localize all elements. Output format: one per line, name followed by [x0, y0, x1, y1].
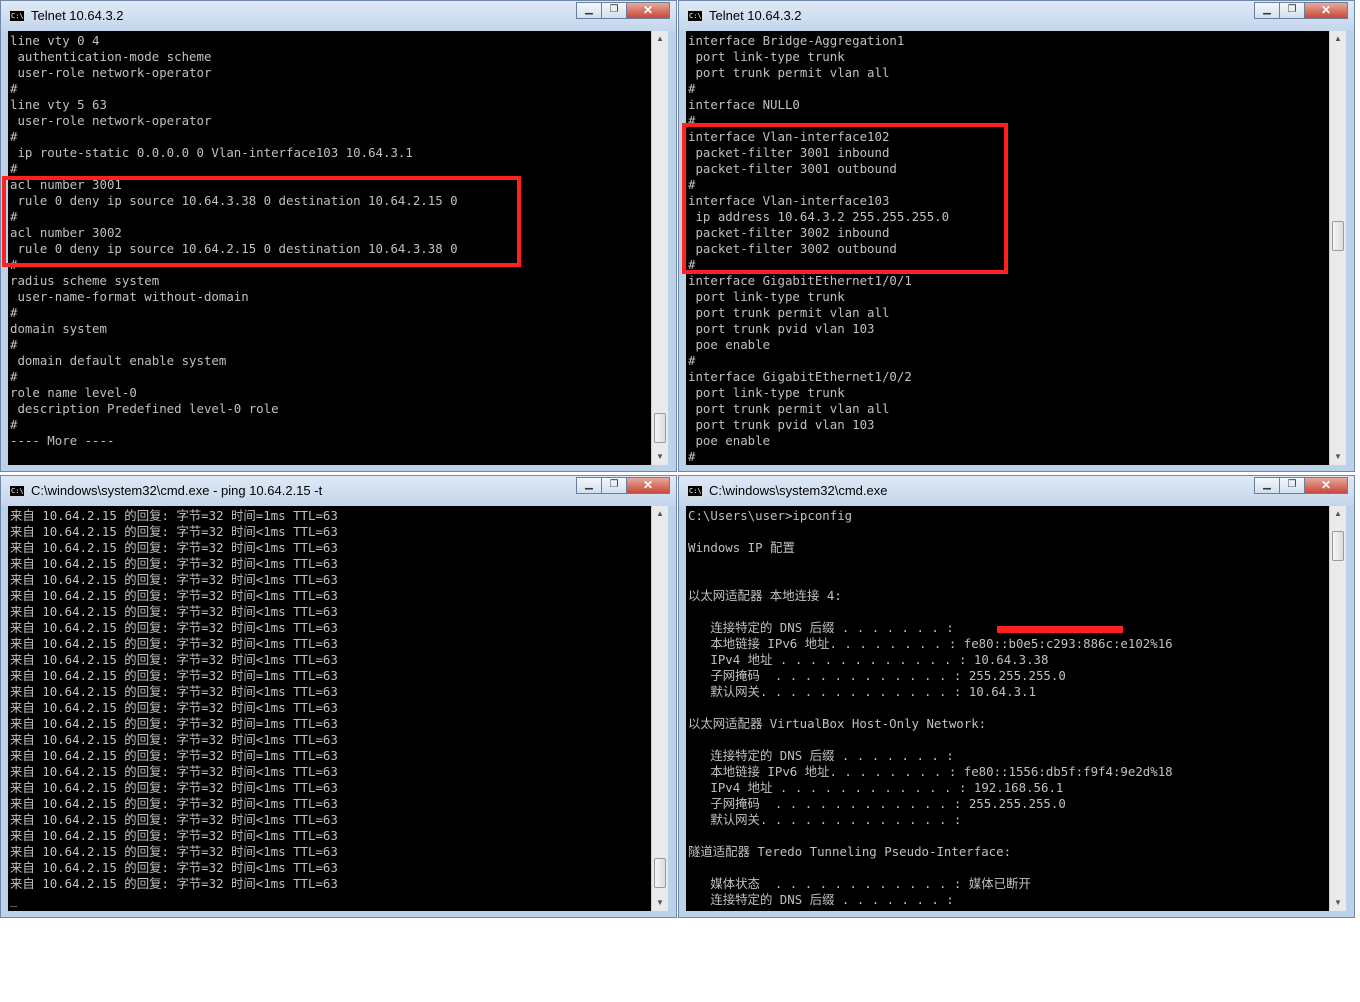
maximize-button[interactable]: ❐: [601, 477, 627, 494]
window-title: Telnet 10.64.3.2: [709, 8, 802, 23]
minimize-button[interactable]: ▁: [576, 2, 602, 19]
highlight-box-acl: [2, 176, 521, 267]
console-icon: C:\: [687, 10, 703, 22]
scroll-thumb[interactable]: [1332, 531, 1344, 561]
console-icon: C:\: [687, 485, 703, 497]
scroll-thumb[interactable]: [1332, 221, 1344, 251]
window-title: C:\windows\system32\cmd.exe - ping 10.64…: [31, 483, 323, 498]
scroll-up-icon[interactable]: ▲: [652, 31, 668, 47]
cmd-ipconfig-window[interactable]: C:\ C:\windows\system32\cmd.exe ▁ ❐ ✕ C:…: [678, 475, 1355, 918]
telnet-window-left[interactable]: C:\ Telnet 10.64.3.2 ▁ ❐ ✕ line vty 0 4 …: [0, 0, 677, 472]
maximize-button[interactable]: ❐: [1279, 477, 1305, 494]
minimize-icon: ▁: [1263, 479, 1271, 490]
scroll-down-icon[interactable]: ▼: [652, 895, 668, 911]
close-button[interactable]: ✕: [626, 2, 670, 19]
console-text: 来自 10.64.2.15 的回复: 字节=32 时间=1ms TTL=63 来…: [10, 508, 338, 907]
minimize-button[interactable]: ▁: [576, 477, 602, 494]
console-icon: C:\: [9, 485, 25, 497]
close-button[interactable]: ✕: [1304, 2, 1348, 19]
vertical-scrollbar[interactable]: ▲ ▼: [1329, 31, 1346, 465]
title-bar[interactable]: C:\ Telnet 10.64.3.2 ▁ ❐ ✕: [1, 1, 676, 31]
scroll-thumb[interactable]: [654, 413, 666, 443]
vertical-scrollbar[interactable]: ▲ ▼: [651, 506, 668, 911]
scroll-down-icon[interactable]: ▼: [1330, 449, 1346, 465]
close-icon: ✕: [642, 478, 654, 492]
scroll-thumb[interactable]: [654, 858, 666, 888]
console-output[interactable]: C:\Users\user>ipconfig Windows IP 配置 以太网…: [686, 506, 1329, 911]
scroll-down-icon[interactable]: ▼: [652, 449, 668, 465]
close-icon: ✕: [1320, 3, 1332, 17]
vertical-scrollbar[interactable]: ▲ ▼: [651, 31, 668, 465]
telnet-window-right[interactable]: C:\ Telnet 10.64.3.2 ▁ ❐ ✕ interface Bri…: [678, 0, 1355, 472]
minimize-button[interactable]: ▁: [1254, 477, 1280, 494]
maximize-button[interactable]: ❐: [601, 2, 627, 19]
console-output[interactable]: 来自 10.64.2.15 的回复: 字节=32 时间=1ms TTL=63 来…: [8, 506, 651, 911]
minimize-icon: ▁: [585, 479, 593, 490]
scroll-up-icon[interactable]: ▲: [1330, 31, 1346, 47]
console-text: C:\Users\user>ipconfig Windows IP 配置 以太网…: [688, 508, 1173, 907]
minimize-button[interactable]: ▁: [1254, 2, 1280, 19]
highlight-box-vlan: [682, 123, 1008, 274]
window-title: Telnet 10.64.3.2: [31, 8, 124, 23]
maximize-icon: ❐: [1287, 4, 1297, 15]
close-button[interactable]: ✕: [626, 477, 670, 494]
console-icon: C:\: [9, 10, 25, 22]
scroll-down-icon[interactable]: ▼: [1330, 895, 1346, 911]
scroll-up-icon[interactable]: ▲: [652, 506, 668, 522]
redaction-bar: [997, 626, 1123, 633]
minimize-icon: ▁: [585, 4, 593, 15]
maximize-icon: ❐: [1287, 479, 1297, 490]
close-icon: ✕: [1320, 478, 1332, 492]
title-bar[interactable]: C:\ Telnet 10.64.3.2 ▁ ❐ ✕: [679, 1, 1354, 31]
title-bar[interactable]: C:\ C:\windows\system32\cmd.exe ▁ ❐ ✕: [679, 476, 1354, 506]
maximize-icon: ❐: [609, 4, 619, 15]
close-icon: ✕: [642, 3, 654, 17]
maximize-icon: ❐: [609, 479, 619, 490]
cmd-ping-window[interactable]: C:\ C:\windows\system32\cmd.exe - ping 1…: [0, 475, 677, 918]
window-title: C:\windows\system32\cmd.exe: [709, 483, 888, 498]
close-button[interactable]: ✕: [1304, 477, 1348, 494]
minimize-icon: ▁: [1263, 4, 1271, 15]
vertical-scrollbar[interactable]: ▲ ▼: [1329, 506, 1346, 911]
maximize-button[interactable]: ❐: [1279, 2, 1305, 19]
title-bar[interactable]: C:\ C:\windows\system32\cmd.exe - ping 1…: [1, 476, 676, 506]
scroll-up-icon[interactable]: ▲: [1330, 506, 1346, 522]
